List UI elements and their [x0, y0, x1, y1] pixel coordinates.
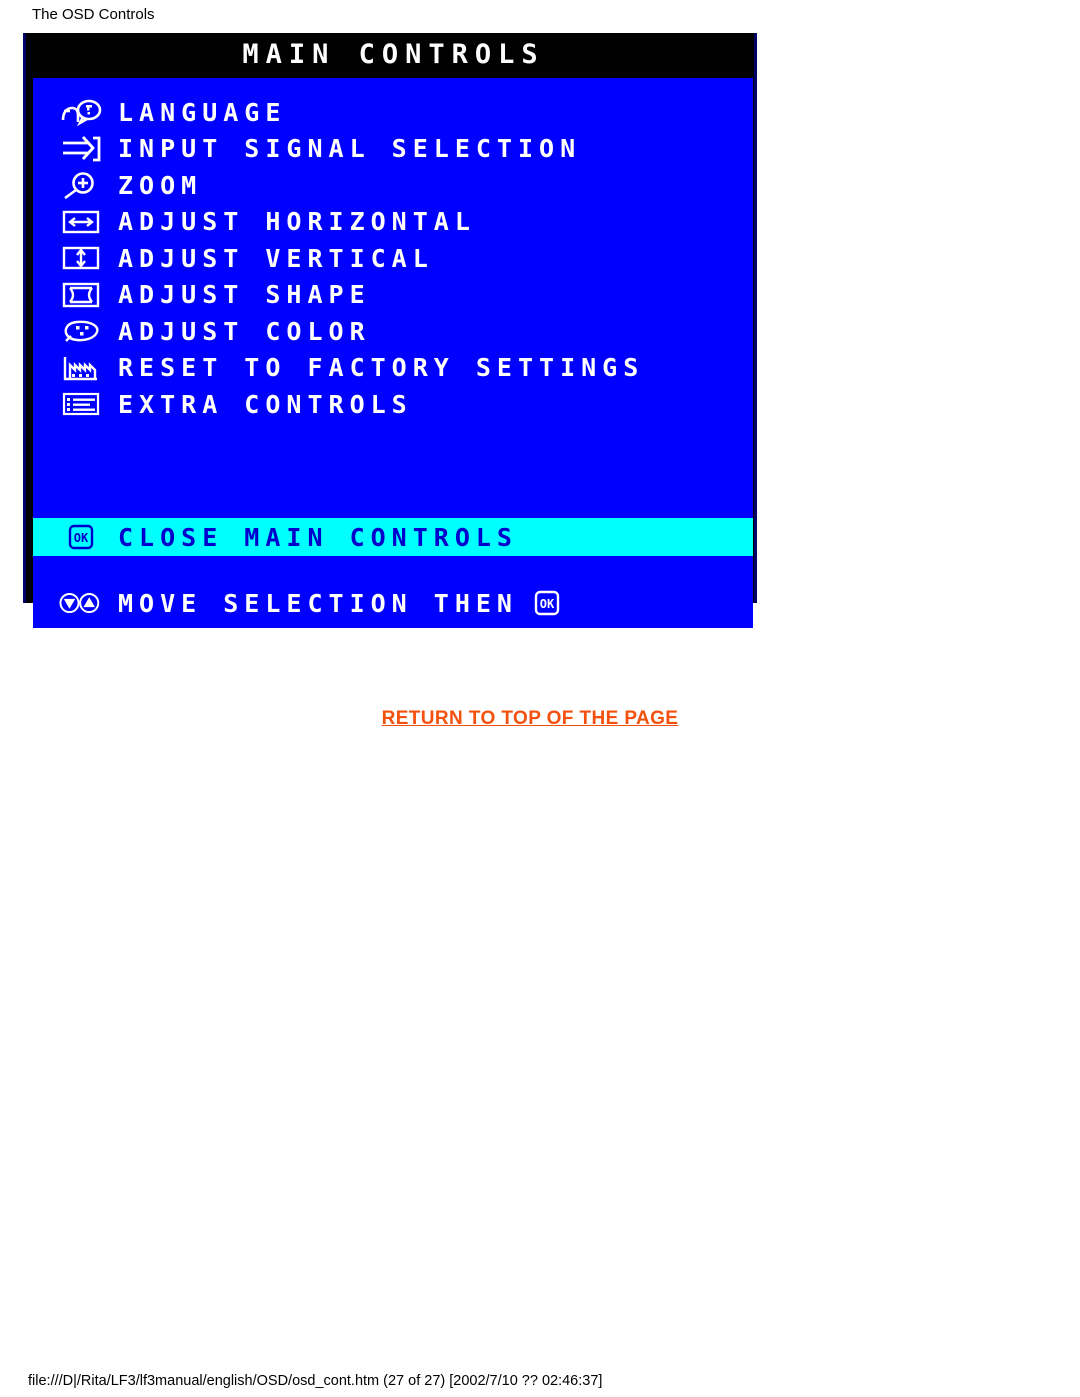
- factory-icon: [58, 353, 104, 383]
- osd-menu-item-adjust-vertical[interactable]: ADJUST VERTICAL: [33, 240, 753, 277]
- osd-menu-label: ADJUST COLOR: [118, 316, 371, 346]
- page-title: The OSD Controls: [32, 6, 155, 23]
- osd-menu-item-close-main-controls[interactable]: OK CLOSE MAIN CONTROLS: [33, 518, 753, 556]
- osd-hint-bar: MOVE SELECTION THEN OK: [33, 578, 753, 628]
- osd-hint-label: MOVE SELECTION THEN: [118, 588, 518, 618]
- osd-menu-item-reset-to-factory-settings[interactable]: RESET TO FACTORY SETTINGS: [33, 350, 753, 387]
- osd-menu-item-language[interactable]: LANGUAGE: [33, 94, 753, 131]
- list-lines-icon: [58, 389, 104, 419]
- return-to-top-link[interactable]: RETURN TO TOP OF THE PAGE: [0, 708, 1060, 730]
- down-up-arrows-icon: [58, 588, 104, 618]
- osd-menu-label: EXTRA CONTROLS: [118, 389, 413, 419]
- horizontal-arrows-icon: [58, 207, 104, 237]
- vertical-arrows-icon: [58, 243, 104, 273]
- osd-title-bar: MAIN CONTROLS: [26, 33, 754, 75]
- osd-menu-item-input-signal-selection[interactable]: INPUT SIGNAL SELECTION: [33, 131, 753, 168]
- osd-title: MAIN CONTROLS: [242, 38, 545, 70]
- osd-menu-label: ZOOM: [118, 170, 203, 200]
- pincushion-frame-icon: [58, 280, 104, 310]
- ok-button-icon: OK: [58, 522, 104, 552]
- osd-menu-label: ADJUST SHAPE: [118, 280, 371, 310]
- osd-divider: [33, 556, 753, 578]
- head-question-icon: [58, 97, 104, 127]
- osd-menu-item-adjust-color[interactable]: ADJUST COLOR: [33, 313, 753, 350]
- magnifier-plus-icon: [58, 170, 104, 200]
- osd-menu-label: LANGUAGE: [118, 97, 287, 127]
- osd-menu-list: LANGUAGE INPUT SIGNAL SELECTION ZOOM ADJ…: [33, 78, 753, 518]
- osd-menu-item-zoom[interactable]: ZOOM: [33, 167, 753, 204]
- osd-menu-label: ADJUST HORIZONTAL: [118, 207, 476, 237]
- osd-menu-item-adjust-horizontal[interactable]: ADJUST HORIZONTAL: [33, 204, 753, 241]
- osd-selected-label: CLOSE MAIN CONTROLS: [118, 522, 518, 552]
- arrow-into-box-icon: [58, 134, 104, 164]
- palette-icon: [58, 316, 104, 346]
- footer-file-path: file:///D|/Rita/LF3/lf3manual/english/OS…: [28, 1373, 603, 1389]
- svg-text:OK: OK: [74, 531, 89, 545]
- osd-panel: MAIN CONTROLS LANGUAGE INPUT SIGNAL SELE…: [23, 33, 757, 628]
- osd-menu-label: ADJUST VERTICAL: [118, 243, 434, 273]
- svg-text:OK: OK: [540, 597, 555, 611]
- osd-menu-item-extra-controls[interactable]: EXTRA CONTROLS: [33, 386, 753, 423]
- ok-button-icon: OK: [532, 589, 562, 617]
- osd-menu-item-adjust-shape[interactable]: ADJUST SHAPE: [33, 277, 753, 314]
- osd-menu-label: INPUT SIGNAL SELECTION: [118, 134, 582, 164]
- osd-menu-label: RESET TO FACTORY SETTINGS: [118, 353, 645, 383]
